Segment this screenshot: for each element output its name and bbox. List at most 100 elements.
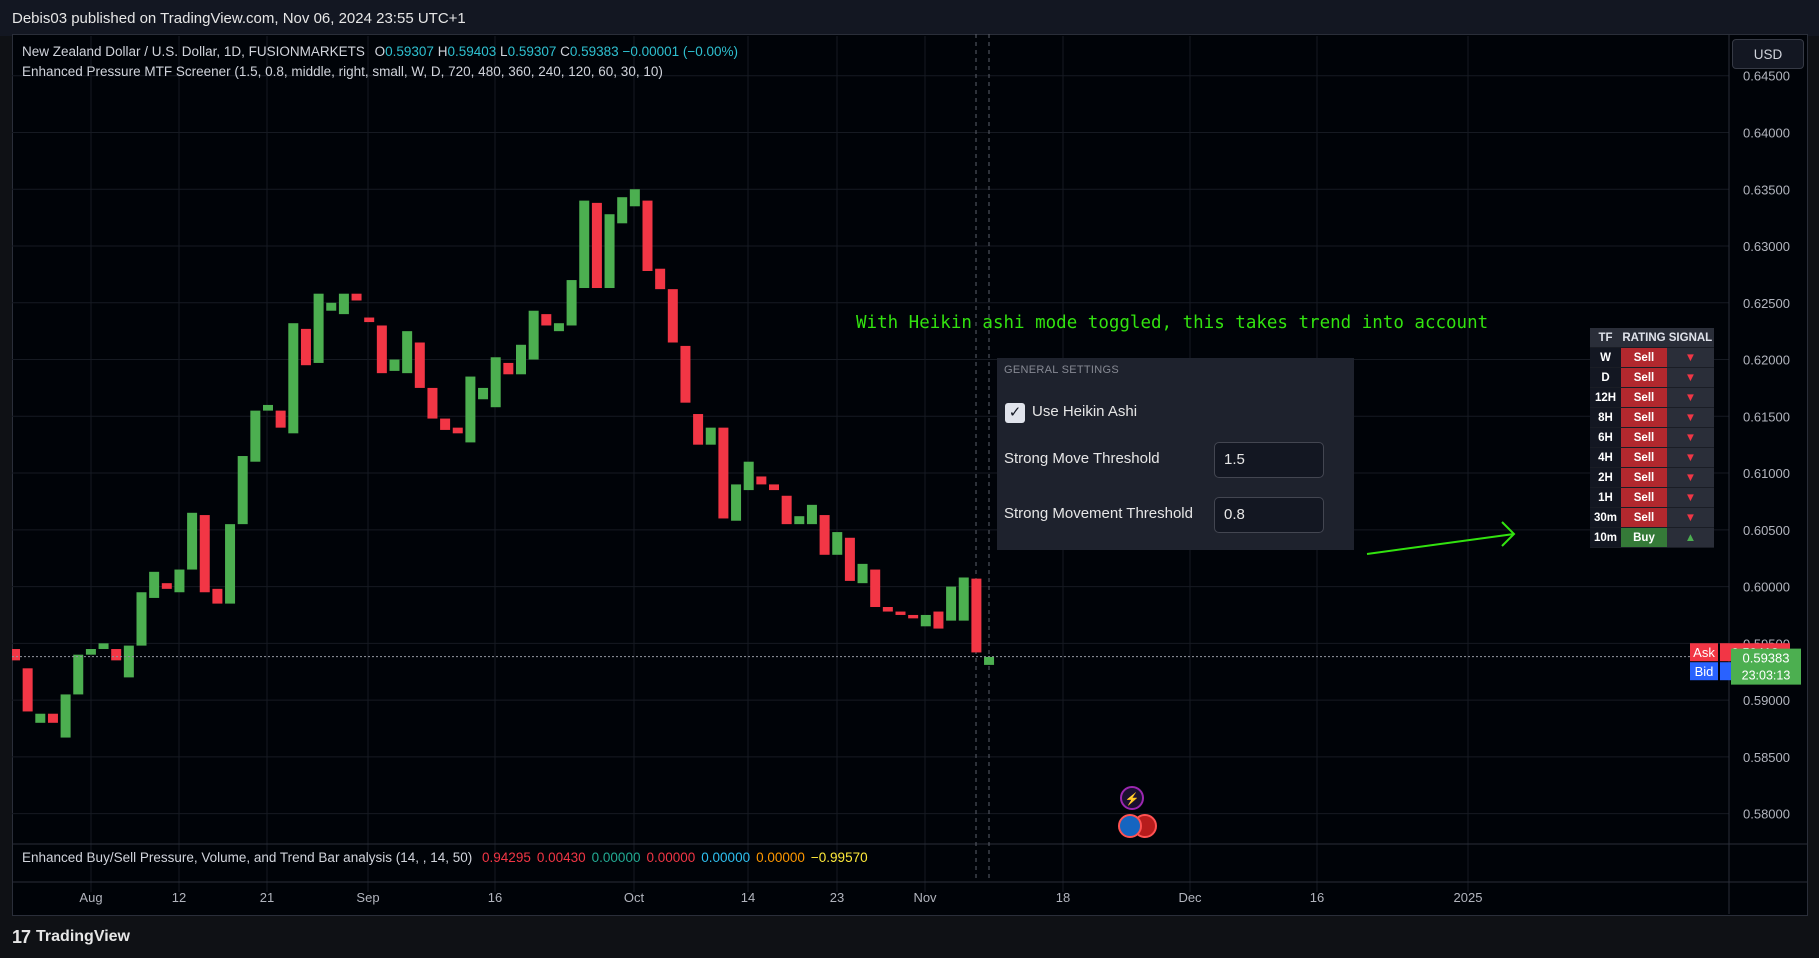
candle-up[interactable] bbox=[225, 524, 236, 604]
strong-movement-input[interactable]: 0.8 bbox=[1214, 497, 1324, 533]
candle-up[interactable] bbox=[490, 357, 501, 408]
candle-up[interactable] bbox=[731, 484, 742, 521]
candle-up[interactable] bbox=[237, 456, 248, 525]
candle-up[interactable] bbox=[617, 197, 628, 224]
candle-down[interactable] bbox=[781, 495, 792, 525]
candle-down[interactable] bbox=[667, 289, 678, 343]
candle-up[interactable] bbox=[604, 214, 615, 289]
candle-up[interactable] bbox=[516, 344, 526, 375]
candle-down[interactable] bbox=[22, 668, 33, 712]
candle-down[interactable] bbox=[427, 387, 438, 419]
candle-down[interactable] bbox=[642, 200, 653, 271]
mtf-rating-cell: Sell bbox=[1621, 347, 1667, 368]
candle-down[interactable] bbox=[199, 515, 210, 593]
candle-up[interactable] bbox=[984, 656, 995, 665]
candle-up[interactable] bbox=[73, 654, 84, 695]
high-label: H bbox=[437, 44, 448, 59]
mtf-tf-cell: 1H bbox=[1590, 487, 1621, 508]
candle-down[interactable] bbox=[275, 410, 286, 428]
candle-up[interactable] bbox=[553, 323, 564, 332]
mtf-rating-cell: Sell bbox=[1621, 367, 1667, 388]
heikin-ashi-checkbox[interactable]: ✓ bbox=[1005, 403, 1025, 423]
ask-label: Ask bbox=[1693, 645, 1715, 660]
candle-up[interactable] bbox=[187, 512, 198, 570]
candle-up[interactable] bbox=[705, 427, 716, 445]
candle-down[interactable] bbox=[12, 649, 20, 661]
candle-up[interactable] bbox=[794, 516, 805, 525]
candle-down[interactable] bbox=[908, 614, 919, 619]
candle-up[interactable] bbox=[174, 569, 185, 593]
candle-up[interactable] bbox=[743, 461, 754, 491]
candle-up[interactable] bbox=[566, 280, 577, 326]
mtf-rating-cell: Sell bbox=[1621, 507, 1667, 528]
candle-up[interactable] bbox=[402, 331, 413, 374]
candle-up[interactable] bbox=[857, 563, 868, 584]
candle-down[interactable] bbox=[541, 314, 552, 326]
candle-down[interactable] bbox=[971, 578, 982, 653]
strong-move-input[interactable]: 1.5 bbox=[1214, 442, 1324, 478]
candle-up[interactable] bbox=[832, 532, 843, 555]
candle-down[interactable] bbox=[351, 293, 362, 301]
candle-down[interactable] bbox=[933, 611, 944, 629]
candle-up[interactable] bbox=[98, 643, 109, 650]
candle-down[interactable] bbox=[870, 569, 881, 608]
candle-up[interactable] bbox=[250, 410, 261, 462]
candle-up[interactable] bbox=[465, 376, 476, 443]
candle-up[interactable] bbox=[389, 359, 400, 371]
candle-down[interactable] bbox=[680, 345, 691, 403]
currency-button[interactable]: USD bbox=[1732, 39, 1804, 69]
mtf-row: 1H Sell ▼ bbox=[1590, 487, 1714, 508]
candle-up[interactable] bbox=[288, 323, 299, 434]
candle-down[interactable] bbox=[882, 607, 893, 612]
candle-down[interactable] bbox=[895, 611, 906, 615]
candle-down[interactable] bbox=[591, 202, 602, 289]
candle-down[interactable] bbox=[452, 427, 463, 434]
candle-down[interactable] bbox=[47, 713, 58, 723]
candle-up[interactable] bbox=[579, 200, 590, 289]
tradingview-footer[interactable]: 17 TradingView bbox=[12, 922, 130, 952]
candle-down[interactable] bbox=[769, 484, 779, 491]
candle-down[interactable] bbox=[756, 476, 767, 485]
candle-down[interactable] bbox=[414, 342, 425, 388]
candle-down[interactable] bbox=[364, 317, 375, 323]
candle-down[interactable] bbox=[844, 537, 855, 581]
candle-up[interactable] bbox=[326, 302, 337, 311]
candle-up[interactable] bbox=[35, 713, 46, 723]
candle-up[interactable] bbox=[123, 645, 134, 678]
candle-up[interactable] bbox=[946, 586, 957, 621]
candle-down[interactable] bbox=[819, 515, 830, 555]
candle-up[interactable] bbox=[263, 404, 273, 411]
candle-down[interactable] bbox=[111, 649, 122, 661]
price-tick-label: 0.59000 bbox=[1743, 693, 1790, 708]
candle-up[interactable] bbox=[136, 592, 147, 646]
candle-down[interactable] bbox=[655, 268, 666, 290]
candle-up[interactable] bbox=[338, 293, 349, 315]
candle-up[interactable] bbox=[528, 310, 539, 360]
candle-down[interactable] bbox=[440, 418, 451, 430]
indicator-legend[interactable]: Enhanced Pressure MTF Screener (1.5, 0.8… bbox=[22, 64, 663, 79]
time-tick-label: 16 bbox=[488, 890, 502, 905]
low-label: L bbox=[500, 44, 508, 59]
bottom-indicator-legend[interactable]: Enhanced Buy/Sell Pressure, Volume, and … bbox=[22, 850, 868, 865]
us-flag-event-icon[interactable] bbox=[1118, 814, 1142, 838]
candle-up[interactable] bbox=[629, 189, 640, 207]
candle-up[interactable] bbox=[313, 293, 324, 363]
candle-up[interactable] bbox=[85, 649, 96, 655]
candle-up[interactable] bbox=[958, 577, 969, 621]
price-chart[interactable]: 0.64500 0.64000 0.63500 0.63000 0.62500 0.620… bbox=[12, 34, 1808, 914]
mtf-tf-cell: 12H bbox=[1590, 387, 1621, 408]
candle-down[interactable] bbox=[376, 325, 387, 374]
candle-down[interactable] bbox=[161, 583, 172, 589]
candle-down[interactable] bbox=[212, 588, 223, 604]
candle-down[interactable] bbox=[503, 362, 514, 375]
candle-up[interactable] bbox=[149, 571, 160, 598]
candle-up[interactable] bbox=[920, 614, 931, 627]
candle-down[interactable] bbox=[718, 427, 729, 519]
candle-down[interactable] bbox=[693, 414, 704, 445]
candle-up[interactable] bbox=[806, 504, 817, 525]
time-tick-label: Dec bbox=[1178, 890, 1202, 905]
candle-up[interactable] bbox=[60, 694, 71, 738]
candle-up[interactable] bbox=[478, 387, 489, 400]
candle-down[interactable] bbox=[300, 328, 311, 366]
annotation-text: With Heikin ashi mode toggled, this take… bbox=[856, 313, 1489, 333]
